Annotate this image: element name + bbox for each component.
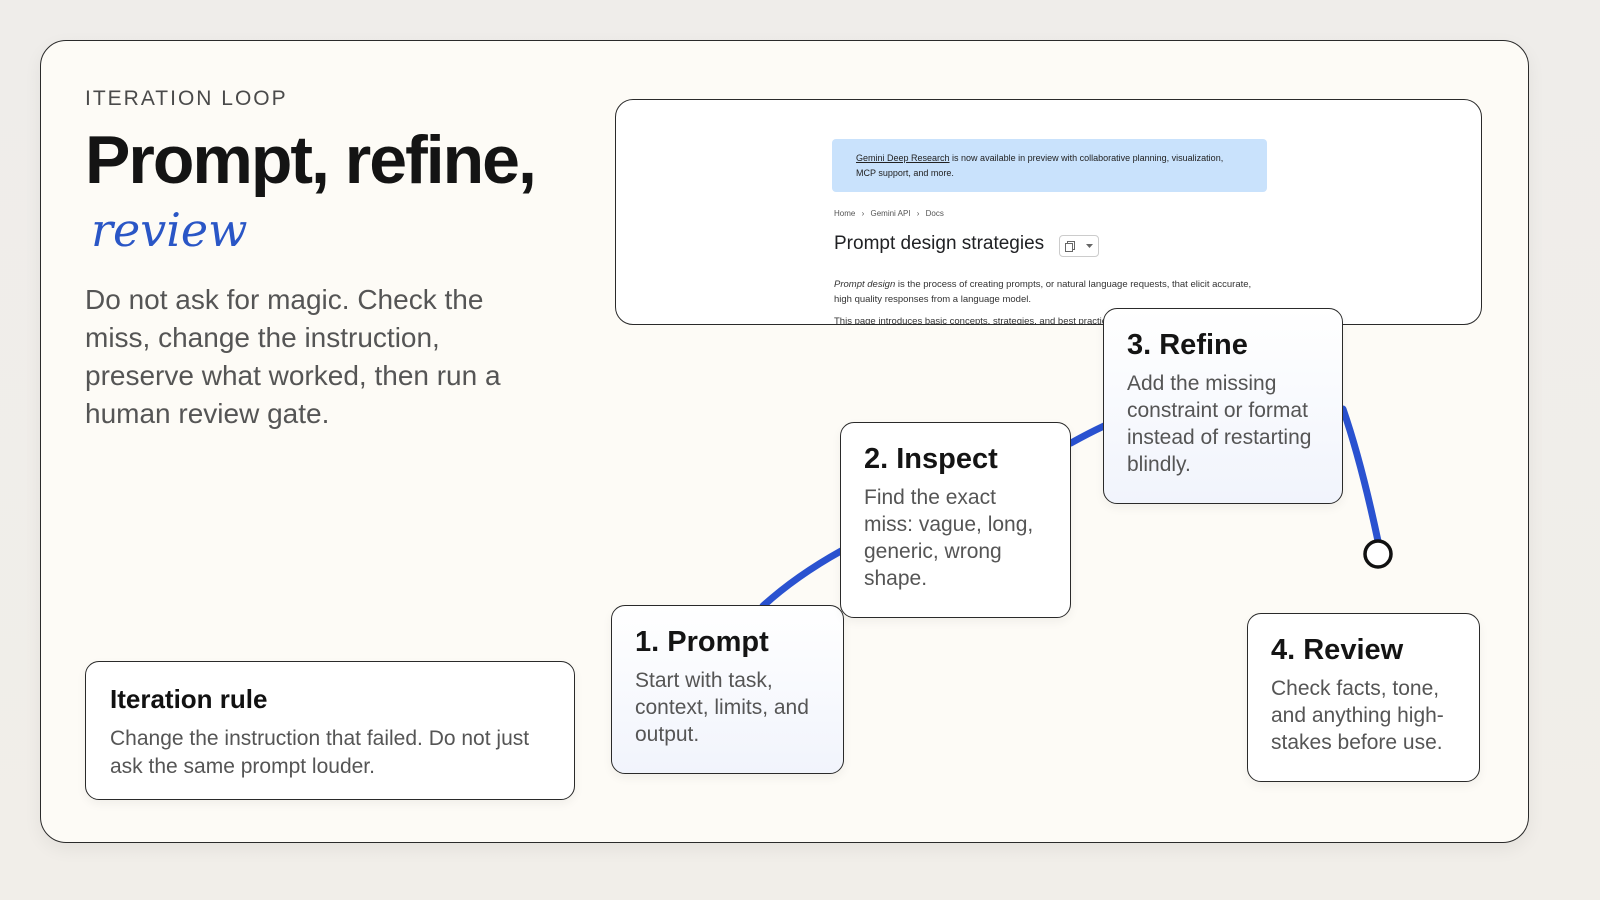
step-inspect: 2. Inspect Find the exact miss: vague, l… [840, 422, 1071, 618]
connector-inspect-refine [1067, 422, 1108, 447]
step-body: Add the missing constraint or format ins… [1127, 372, 1312, 476]
slide: ITERATION LOOP Prompt, refine, review Do… [40, 40, 1529, 843]
step-review: 4. Review Check facts, tone, and anythin… [1247, 613, 1480, 782]
step-prompt: 1. Prompt Start with task, context, limi… [611, 605, 844, 774]
step-body: Check facts, tone, and anything high-sta… [1271, 677, 1444, 754]
connector-end-node [1363, 539, 1393, 569]
step-title: 2. Inspect [864, 443, 998, 475]
connector-refine-review [1339, 405, 1382, 545]
connector-prompt-inspect [759, 547, 845, 610]
step-title: 3. Refine [1127, 329, 1248, 361]
step-body: Start with task, context, limits, and ou… [635, 669, 809, 746]
step-body: Find the exact miss: vague, long, generi… [864, 486, 1034, 590]
step-refine: 3. Refine Add the missing constraint or … [1103, 308, 1343, 504]
step-title: 4. Review [1271, 634, 1404, 666]
step-title: 1. Prompt [635, 626, 769, 658]
